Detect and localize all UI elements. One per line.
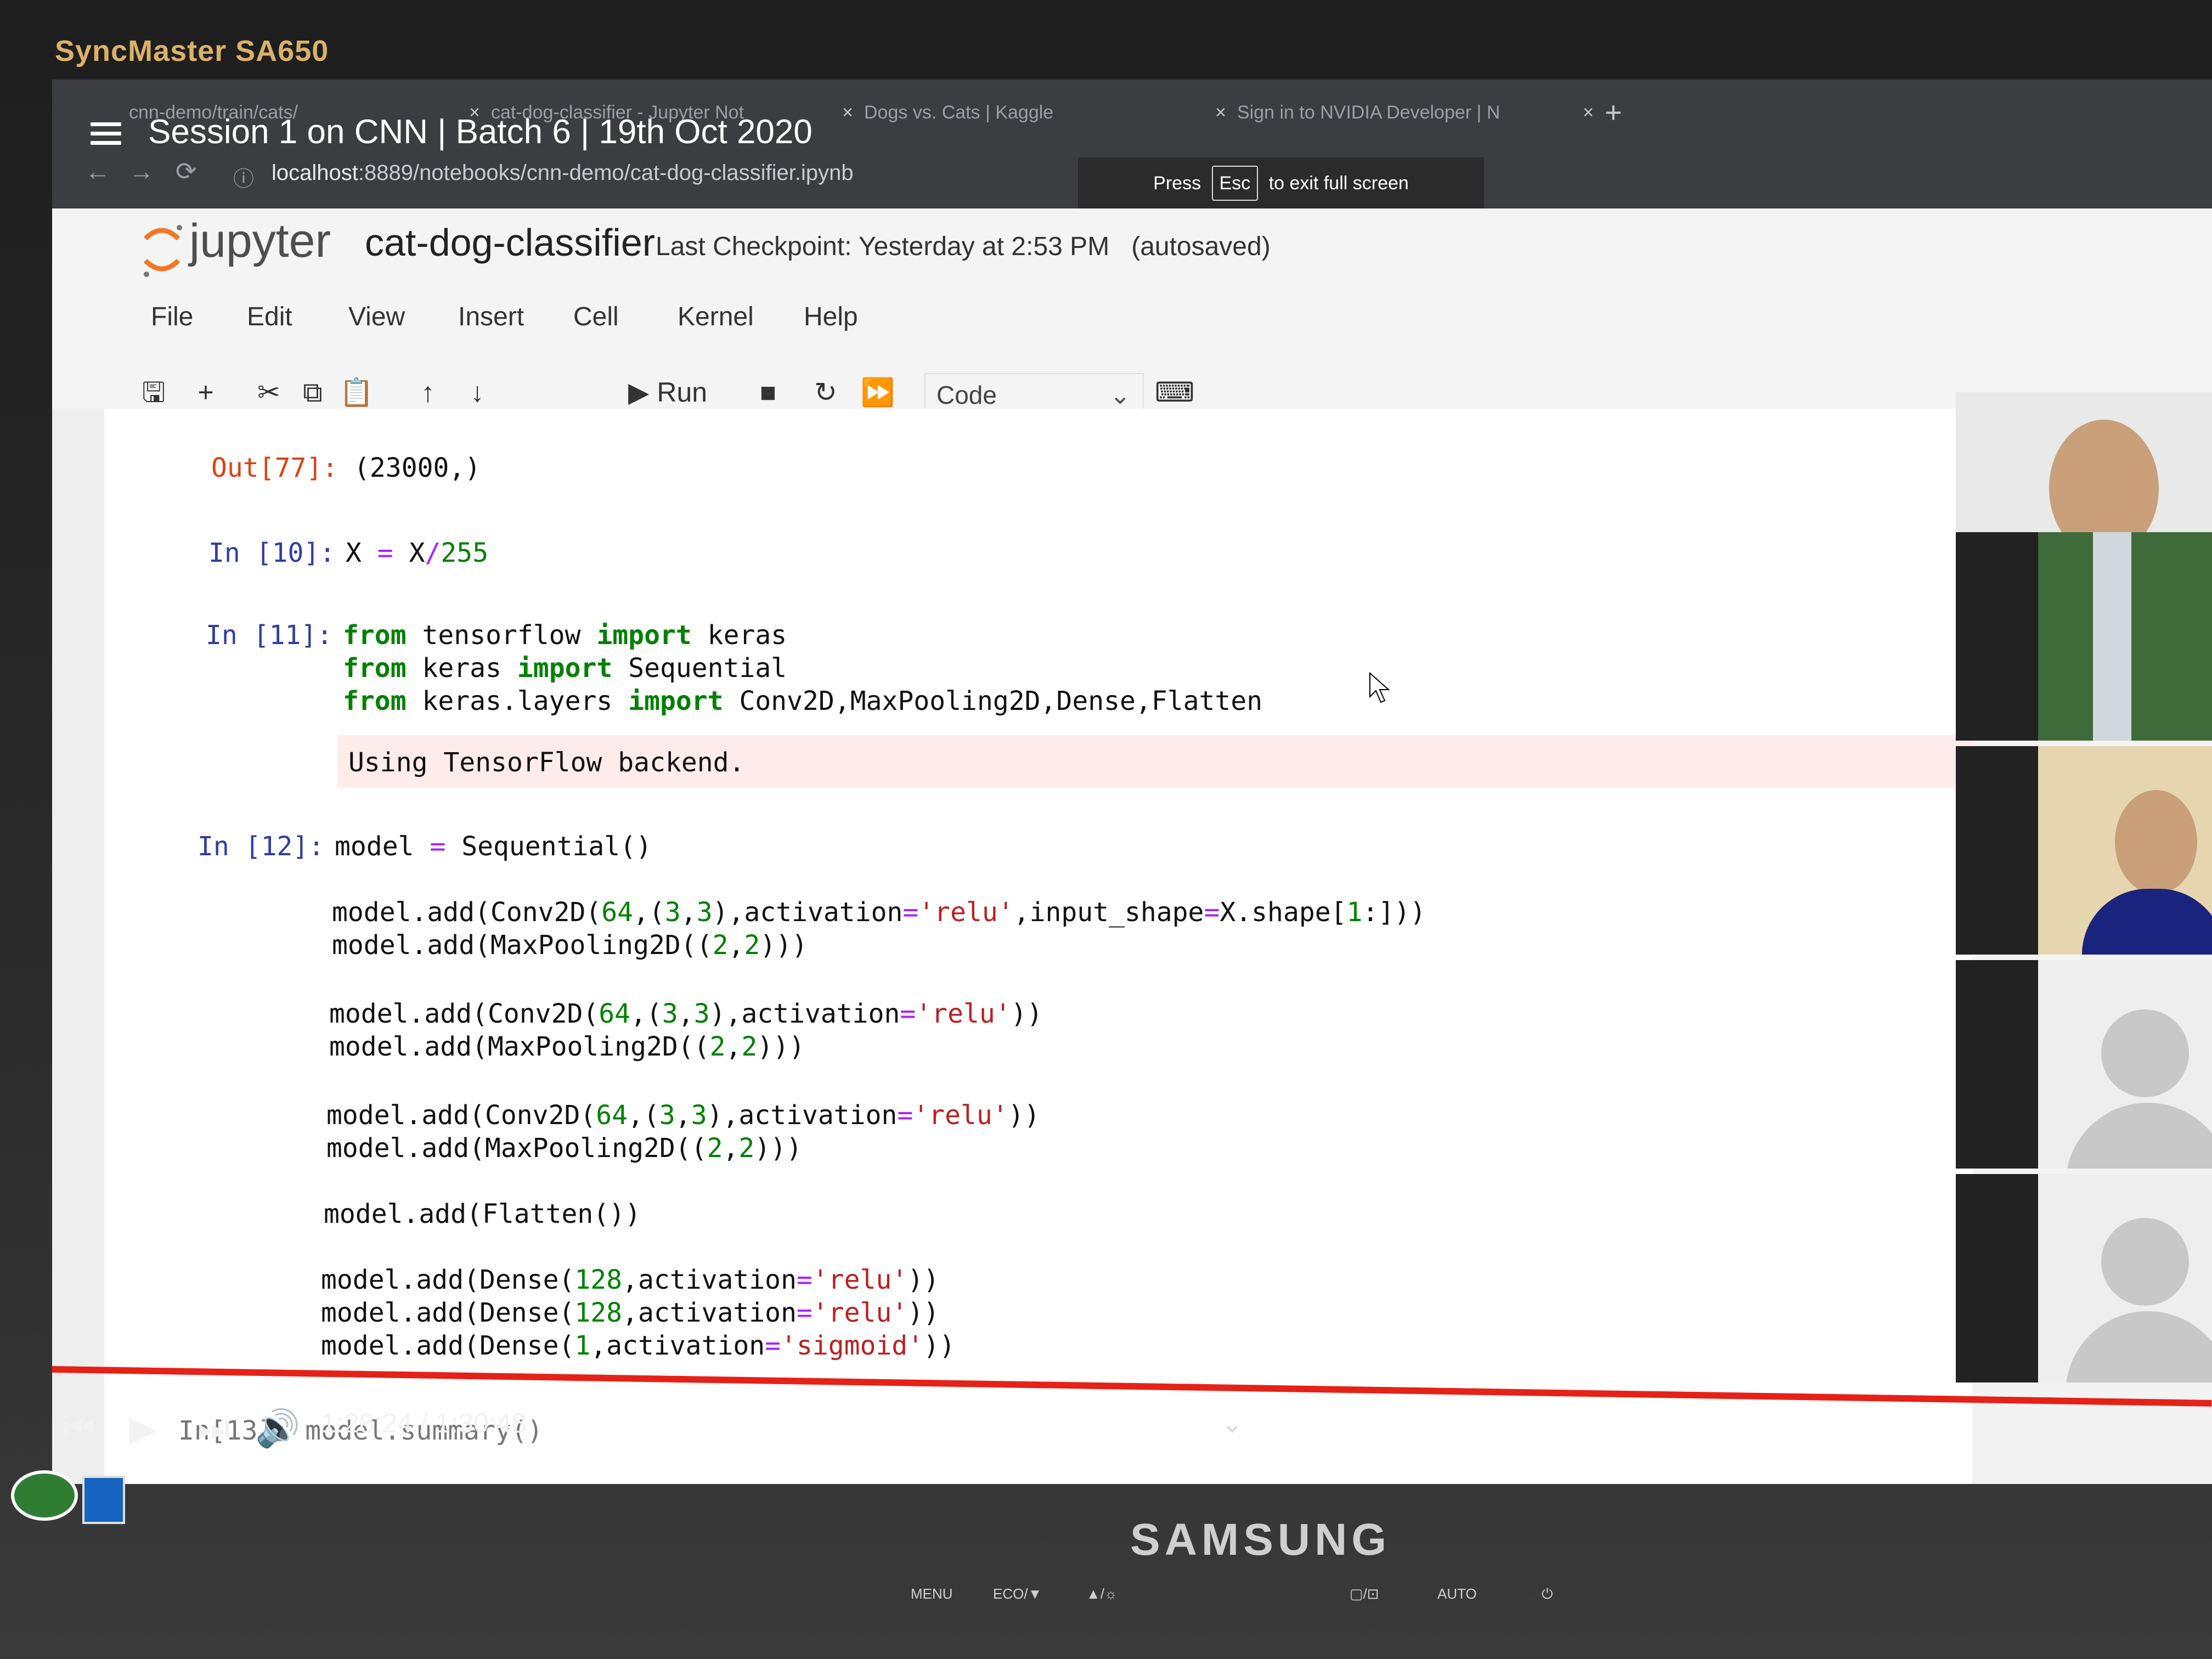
menu-insert[interactable]: Insert <box>458 302 524 332</box>
stderr-text: Using TensorFlow backend. <box>348 747 745 778</box>
code-line[interactable]: model.add(MaxPooling2D((2,2))) <box>329 1031 805 1062</box>
participant-tile[interactable] <box>1956 746 2212 955</box>
mouse-cursor-icon <box>1369 672 1390 703</box>
code-line[interactable]: model.add(Conv2D(64,(3,3),activation='re… <box>329 998 1042 1029</box>
code-line[interactable]: model.add(Dense(1,activation='sigmoid')) <box>321 1330 955 1361</box>
participant-tile[interactable] <box>1956 1174 2212 1383</box>
fullscreen-notice: Press Esc to exit full screen <box>1078 157 1484 210</box>
menu-icon[interactable] <box>91 122 121 150</box>
monitor-button-menu[interactable]: MENU <box>911 1585 953 1602</box>
code-line[interactable]: model = Sequential() <box>335 831 652 862</box>
samsung-logo: SAMSUNG <box>1130 1515 1391 1565</box>
avatar-body <box>2066 1311 2212 1383</box>
menu-edit[interactable]: Edit <box>247 302 292 332</box>
menu-help[interactable]: Help <box>804 302 858 332</box>
jupyter-logo-icon <box>143 225 182 277</box>
close-icon[interactable]: × <box>842 96 853 129</box>
code-line[interactable]: model.add(Dense(128,activation='relu')) <box>321 1297 939 1328</box>
play-icon: ▶ <box>628 377 650 408</box>
tile-background <box>1956 532 2038 741</box>
monitor-button-source[interactable]: ▢/⊡ <box>1350 1585 1379 1602</box>
video-controls: In[13]: model.summary() ⏮ ▶ ⏭ 🔊 1:28:24 … <box>52 1385 2212 1479</box>
code-line[interactable]: model.add(Flatten()) <box>324 1199 641 1229</box>
menu-kernel[interactable]: Kernel <box>678 302 754 332</box>
close-icon[interactable]: × <box>1583 96 1594 129</box>
participant-body <box>2082 889 2212 955</box>
volume-icon[interactable]: 🔊 <box>255 1407 300 1450</box>
cell-type-value: Code <box>936 381 997 409</box>
previous-icon[interactable]: ⏮ <box>63 1407 95 1451</box>
monitor-button-brightness[interactable]: ▲/☼ <box>1086 1585 1118 1602</box>
tile-background <box>1956 746 2038 955</box>
monitor-button-eco[interactable]: ECO/▼ <box>993 1585 1042 1602</box>
in-prompt: In [11]: <box>206 620 333 651</box>
energy-star-sticker <box>82 1476 125 1524</box>
menu-file[interactable]: File <box>151 302 193 332</box>
fullscreen-press: Press <box>1153 173 1201 194</box>
checkpoint-status: Last Checkpoint: Yesterday at 2:53 PM (a… <box>656 232 1271 262</box>
url-host: localhost <box>272 161 358 185</box>
code-line[interactable]: model.add(Dense(128,activation='relu')) <box>321 1265 939 1295</box>
code-line[interactable]: X = X/255 <box>346 538 488 568</box>
tab-label: Dogs vs. Cats | Kaggle <box>864 102 1054 123</box>
url-path: :8889/notebooks/cnn-demo/cat-dog-classif… <box>358 161 854 185</box>
chevron-down-icon[interactable]: ⌄ <box>1221 1407 1244 1439</box>
code-line[interactable]: model.add(Conv2D(64,(3,3),activation='re… <box>332 897 1426 928</box>
code-line[interactable]: from keras import Sequential <box>343 653 787 684</box>
notebook-name[interactable]: cat-dog-classifier <box>365 221 655 264</box>
in-prompt: In [12]: <box>198 831 325 862</box>
autosaved-text: (autosaved) <box>1131 232 1271 261</box>
monitor-power-button[interactable]: ⏻ <box>1542 1585 1553 1603</box>
waterfall-image <box>2093 532 2131 741</box>
run-label: Run <box>657 377 708 408</box>
address-bar[interactable]: localhost:8889/notebooks/cnn-demo/cat-do… <box>272 161 854 185</box>
checkpoint-text: Last Checkpoint: Yesterday at 2:53 PM <box>656 232 1110 261</box>
tile-background <box>1956 960 2038 1169</box>
tile-background <box>1956 1174 2038 1383</box>
avatar-icon <box>2101 1009 2189 1097</box>
forward-icon[interactable]: → <box>129 156 154 186</box>
back-icon[interactable]: ← <box>85 156 110 186</box>
monitor-model-label: SyncMaster SA650 <box>55 35 329 67</box>
in-prompt: In [10]: <box>208 538 336 568</box>
tab-nvidia[interactable]: Sign in to NVIDIA Developer | N × <box>1237 96 1594 129</box>
participant-face <box>2115 790 2197 894</box>
esc-key-badge: Esc <box>1211 166 1259 201</box>
participant-tile[interactable] <box>1956 960 2212 1169</box>
code-line[interactable]: from keras.layers import Conv2D,MaxPooli… <box>343 686 1262 716</box>
info-icon[interactable]: ⓘ <box>233 162 254 192</box>
notebook-gutter <box>52 409 104 1484</box>
play-icon[interactable]: ▶ <box>129 1407 157 1449</box>
notebook-body: Out[77]: (23000,) In [10]: X = X/255 In … <box>52 409 1972 1484</box>
monitor-button-auto[interactable]: AUTO <box>1437 1585 1477 1602</box>
energy-sticker <box>11 1470 78 1521</box>
monitor-screen: cnn-demo/train/cats/ × cat-dog-classifie… <box>52 80 2212 1484</box>
new-tab-button[interactable]: + <box>1605 96 1622 129</box>
jupyter-logo-text[interactable]: jupyter <box>189 214 331 268</box>
menu-cell[interactable]: Cell <box>573 302 619 332</box>
code-line[interactable]: model.add(Conv2D(64,(3,3),activation='re… <box>326 1100 1040 1131</box>
video-time: 1:28:24 / 1:30:48 <box>321 1408 527 1438</box>
reload-icon[interactable]: ⟳ <box>176 156 197 186</box>
browser-chrome: cnn-demo/train/cats/ × cat-dog-classifie… <box>52 80 2212 210</box>
participant-panel <box>1956 310 2212 1484</box>
avatar-body <box>2066 1103 2212 1169</box>
video-title: Session 1 on CNN | Batch 6 | 19th Oct 20… <box>148 113 812 151</box>
avatar-icon <box>2101 1218 2189 1306</box>
output-value: (23000,) <box>354 453 481 483</box>
next-icon[interactable]: ⏭ <box>198 1407 230 1451</box>
tab-label: Sign in to NVIDIA Developer | N <box>1237 102 1500 123</box>
close-icon[interactable]: × <box>1215 96 1226 129</box>
menu-view[interactable]: View <box>348 302 405 332</box>
code-line[interactable]: model.add(MaxPooling2D((2,2))) <box>326 1133 802 1164</box>
participant-tile[interactable] <box>1956 532 2212 741</box>
code-line[interactable]: model.add(MaxPooling2D((2,2))) <box>332 930 808 961</box>
code-line[interactable]: from tensorflow import keras <box>343 620 787 651</box>
tab-kaggle[interactable]: Dogs vs. Cats | Kaggle × <box>864 96 1226 129</box>
fullscreen-message: to exit full screen <box>1268 173 1409 194</box>
out-prompt: Out[77]: <box>211 453 338 483</box>
